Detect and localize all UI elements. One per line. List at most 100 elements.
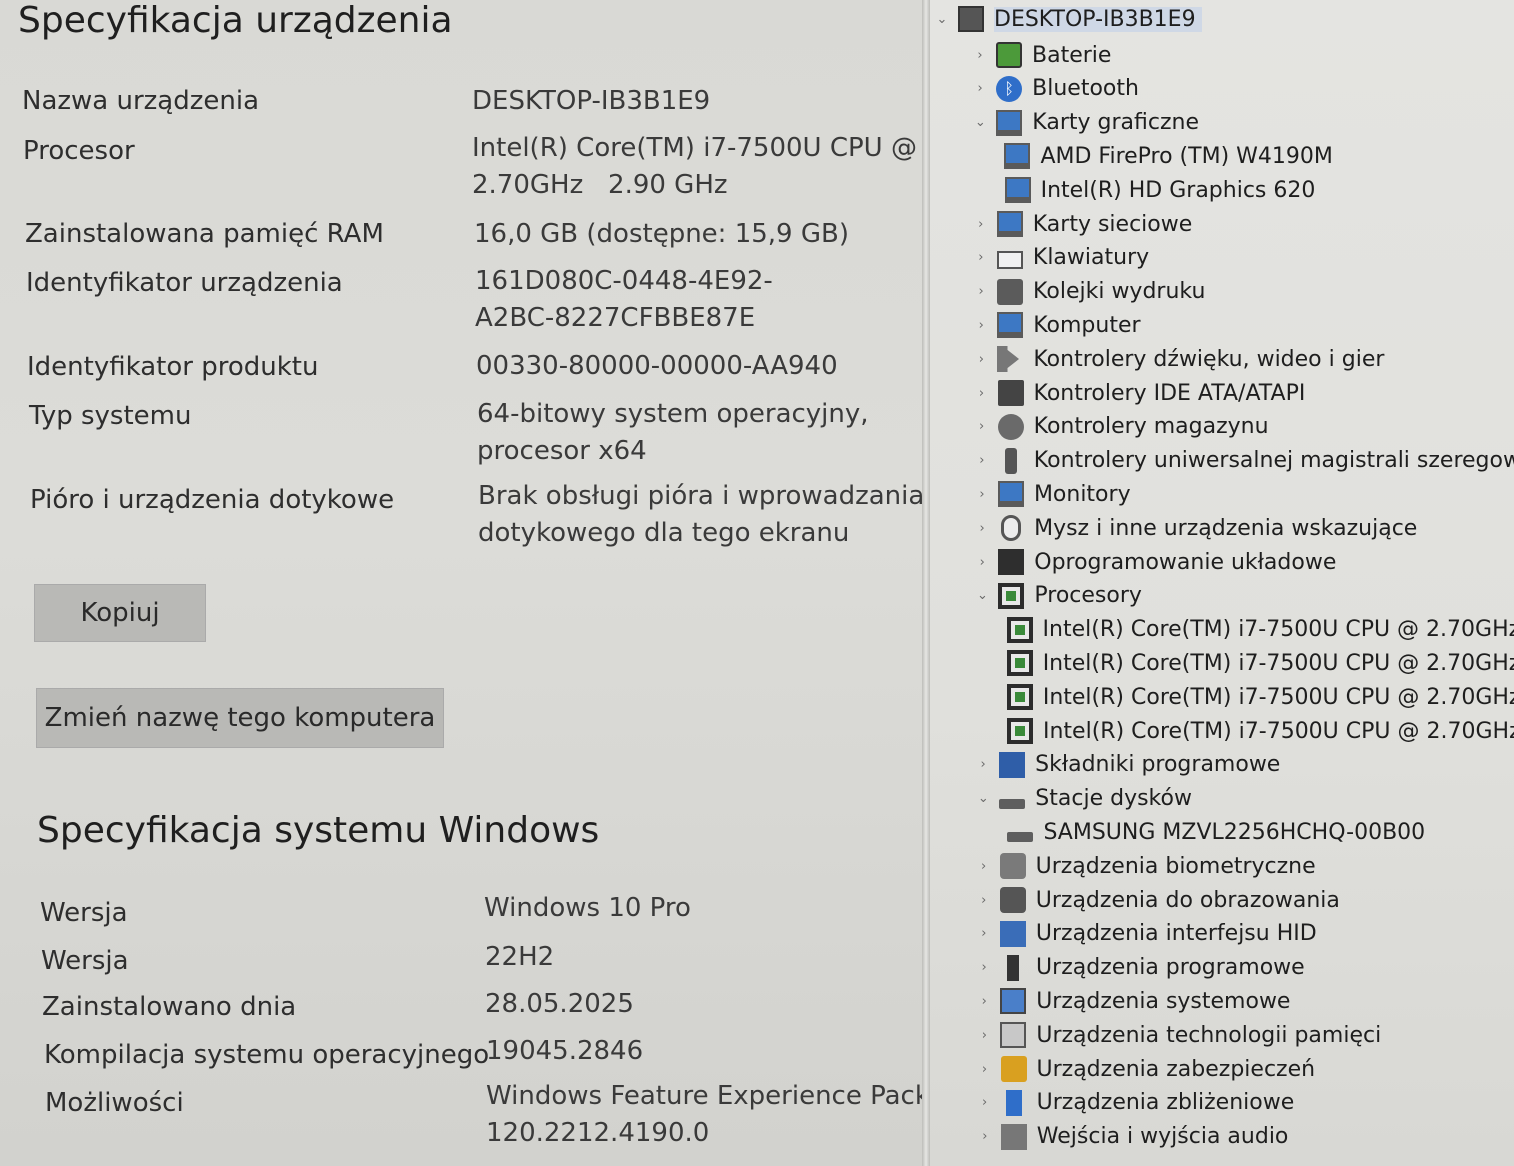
tree-category-item[interactable]: › Urządzenia programowe — [976, 952, 1305, 984]
tree-item-label: Urządzenia interfejsu HID — [1035, 921, 1317, 947]
tree-category-item[interactable]: › Urządzenia zbliżeniowe — [977, 1087, 1295, 1119]
chevron-right-icon[interactable]: › — [972, 81, 988, 96]
tree-category-item[interactable]: ⌄ Karty graficzne — [972, 107, 1199, 139]
tree-item-label: Baterie — [1032, 42, 1112, 68]
tree-category-item[interactable]: › Komputer — [973, 309, 1141, 341]
chevron-right-icon[interactable]: › — [976, 1028, 992, 1043]
chevron-right-icon[interactable]: › — [975, 757, 991, 772]
tree-item-label: Kolejki wydruku — [1033, 279, 1206, 305]
tree-category-item[interactable]: › Kontrolery dźwięku, wideo i gier — [973, 343, 1384, 375]
chevron-right-icon[interactable]: › — [974, 521, 990, 536]
tree-child-item[interactable]: Intel(R) Core(TM) i7-7500U CPU @ 2.70GHz — [1007, 715, 1514, 747]
keyboard-icon — [996, 250, 1023, 269]
device-name-value: DESKTOP-IB3B1E9 — [472, 86, 711, 116]
chevron-right-icon[interactable]: › — [973, 352, 989, 367]
disk-drive-icon — [1007, 832, 1034, 843]
chevron-down-icon[interactable]: ⌄ — [972, 115, 988, 130]
chevron-down-icon[interactable]: ⌄ — [975, 791, 991, 806]
processor-icon — [1007, 718, 1033, 744]
storage-controller-icon — [997, 413, 1024, 440]
tree-item-label: Urządzenia programowe — [1036, 955, 1305, 981]
system-device-icon — [1000, 988, 1027, 1015]
chevron-right-icon[interactable]: › — [977, 1095, 993, 1110]
tree-category-item[interactable]: › Oprogramowanie układowe — [974, 546, 1336, 578]
tree-category-item[interactable]: › Urządzenia systemowe — [976, 985, 1290, 1017]
tree-category-item[interactable]: › Składniki programowe — [975, 749, 1280, 781]
chevron-right-icon[interactable]: › — [976, 859, 992, 874]
chevron-right-icon[interactable]: › — [973, 217, 989, 232]
experience-value: Windows Feature Experience Pack — [486, 1081, 930, 1111]
product-id-value: 00330-80000-00000-AA940 — [476, 351, 838, 381]
chevron-right-icon[interactable]: › — [974, 555, 990, 570]
chevron-right-icon[interactable]: › — [973, 318, 989, 333]
tree-category-item[interactable]: › Karty sieciowe — [973, 208, 1193, 240]
pane-divider[interactable] — [922, 0, 930, 1166]
copy-button[interactable]: Kopiuj — [34, 584, 206, 642]
tree-category-item[interactable]: › Klawiatury — [973, 242, 1149, 274]
tree-child-item[interactable]: Intel(R) Core(TM) i7-7500U CPU @ 2.70GHz — [1006, 614, 1514, 646]
tree-item-label: Karty sieciowe — [1032, 211, 1193, 237]
tree-category-item[interactable]: › Urządzenia technologii pamięci — [976, 1019, 1381, 1051]
rename-pc-button[interactable]: Zmień nazwę tego komputera — [36, 688, 444, 748]
tree-category-item[interactable]: › Mysz i inne urządzenia wskazujące — [974, 512, 1417, 544]
speaker-icon — [997, 346, 1024, 373]
tree-category-item[interactable]: › Monitory — [974, 478, 1131, 510]
chevron-right-icon[interactable]: › — [973, 284, 989, 299]
tree-root-label: DESKTOP-IB3B1E9 — [994, 6, 1202, 32]
chevron-right-icon[interactable]: › — [976, 994, 992, 1009]
tree-item-label: Urządzenia technologii pamięci — [1036, 1022, 1382, 1048]
version-value: 22H2 — [485, 942, 555, 972]
chevron-down-icon[interactable]: ⌄ — [934, 12, 950, 27]
tree-category-item[interactable]: › Kolejki wydruku — [973, 276, 1205, 308]
tree-item-label: Kontrolery uniwersalnej magistrali szere… — [1033, 448, 1514, 474]
chevron-right-icon[interactable]: › — [977, 1062, 993, 1077]
tree-item-label: Kontrolery magazynu — [1033, 414, 1269, 440]
tree-category-item[interactable]: › Kontrolery magazynu — [974, 411, 1269, 443]
tree-category-item[interactable]: › Baterie — [972, 39, 1111, 71]
tree-category-item[interactable]: › Urządzenia do obrazowania — [976, 884, 1340, 916]
about-panel: Specyfikacja urządzenia Nazwa urządzenia… — [0, 0, 930, 1166]
computer-icon — [958, 6, 984, 32]
tree-category-item[interactable]: › Urządzenia interfejsu HID — [976, 918, 1317, 950]
tree-category-item[interactable]: › Kontrolery IDE ATA/ATAPI — [974, 377, 1305, 409]
installed-on-value: 28.05.2025 — [485, 989, 634, 1019]
tree-category-item[interactable]: ⌄ Stacje dysków — [975, 783, 1192, 815]
chevron-right-icon[interactable]: › — [974, 487, 990, 502]
tree-root[interactable]: ⌄ DESKTOP-IB3B1E9 — [934, 3, 1202, 35]
tree-child-item[interactable]: Intel(R) Core(TM) i7-7500U CPU @ 2.70GHz — [1006, 647, 1514, 679]
device-spec-title: Specyfikacja urządzenia — [18, 0, 453, 41]
chevron-right-icon[interactable]: › — [976, 926, 992, 941]
ide-controller-icon — [997, 380, 1024, 406]
tree-item-label: Intel(R) Core(TM) i7-7500U CPU @ 2.70GHz — [1042, 617, 1514, 643]
tree-item-label: Monitory — [1033, 481, 1131, 507]
tree-category-item[interactable]: ⌄ Procesory — [974, 580, 1142, 612]
tree-child-item[interactable]: Intel(R) HD Graphics 620 — [1004, 174, 1315, 206]
chevron-right-icon[interactable]: › — [974, 386, 990, 401]
chevron-down-icon[interactable]: ⌄ — [974, 588, 990, 603]
pen-touch-value-line2: dotykowego dla tego ekranu — [478, 518, 850, 548]
tree-item-label: Stacje dysków — [1035, 786, 1192, 812]
pen-touch-value: Brak obsługi pióra i wprowadzania — [478, 481, 925, 511]
tree-category-item[interactable]: › Kontrolery uniwersalnej magistrali szer… — [974, 445, 1514, 477]
device-id-label: Identyfikator urządzenia — [26, 268, 343, 298]
tree-category-item[interactable]: › Wejścia i wyjścia audio — [977, 1121, 1288, 1153]
tree-item-label: Intel(R) Core(TM) i7-7500U CPU @ 2.70GHz — [1042, 684, 1514, 710]
tree-child-item[interactable]: Intel(R) Core(TM) i7-7500U CPU @ 2.70GHz — [1006, 681, 1514, 713]
tree-category-item[interactable]: › ᛒ Bluetooth — [972, 73, 1139, 105]
tree-category-item[interactable]: › Urządzenia zabezpieczeń — [977, 1053, 1315, 1085]
bluetooth-icon: ᛒ — [996, 75, 1023, 102]
chevron-right-icon[interactable]: › — [976, 893, 992, 908]
chevron-right-icon[interactable]: › — [977, 1129, 993, 1144]
chevron-right-icon[interactable]: › — [976, 960, 992, 975]
tree-child-item[interactable]: SAMSUNG MZVL2256HCHQ-00B00 — [1007, 816, 1425, 848]
os-build-value: 19045.2846 — [486, 1036, 644, 1066]
chevron-right-icon[interactable]: › — [973, 250, 989, 265]
chevron-right-icon[interactable]: › — [972, 48, 988, 63]
chevron-right-icon[interactable]: › — [974, 419, 990, 434]
chevron-right-icon[interactable]: › — [974, 453, 990, 468]
tree-item-label: Urządzenia zbliżeniowe — [1036, 1090, 1295, 1116]
camera-icon — [999, 887, 1026, 913]
printer-icon — [997, 278, 1024, 305]
tree-category-item[interactable]: › Urządzenia biometryczne — [976, 850, 1316, 882]
tree-child-item[interactable]: AMD FirePro (TM) W4190M — [1004, 140, 1333, 172]
